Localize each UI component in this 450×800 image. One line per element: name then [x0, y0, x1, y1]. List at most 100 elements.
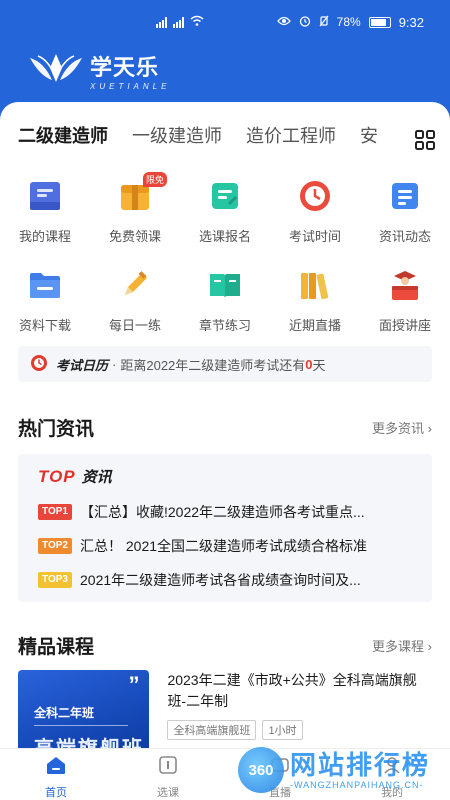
shortcut-label: 每日一练: [108, 318, 161, 333]
shortcut-label: 考试时间: [288, 229, 341, 244]
tabbar-label: 首页: [45, 787, 67, 799]
clock-time: 9:32: [398, 14, 424, 30]
course-tag: 全科高端旗舰班: [167, 720, 257, 740]
logo-name: 学天乐: [90, 55, 160, 80]
main-panel: 二级建造师 一级建造师 造价工程师 安 我的课程 限免 免费领课 选课报名 考试…: [0, 102, 450, 800]
rank-badge: TOP1: [38, 504, 72, 520]
calendar-suffix: 天: [312, 357, 326, 373]
shortcut-live[interactable]: 近期直播: [270, 267, 360, 334]
chevron-right-icon: ›: [427, 421, 432, 436]
courses-header: 精品课程 更多课程 ›: [18, 632, 432, 659]
alarm-icon: [299, 15, 311, 30]
shortcut-label: 面授讲座: [378, 318, 431, 333]
shortcut-free-course[interactable]: 限免 免费领课: [90, 172, 180, 245]
thumb-tag: 全科二年班: [34, 706, 95, 720]
course-tag: 1小时: [262, 720, 303, 740]
shortcut-lecture[interactable]: 面授讲座: [360, 267, 450, 334]
logo-subtitle: XUETIANLE: [90, 82, 171, 91]
shortcut-label: 近期直播: [288, 318, 341, 333]
shortcut-news[interactable]: 资讯动态: [360, 178, 450, 245]
more-courses-link[interactable]: 更多课程 ›: [372, 636, 432, 655]
calendar-text: 距离2022年二级建造师考试还有: [120, 357, 306, 373]
calendar-title: 考试日历: [56, 357, 109, 373]
tabbar-select-course[interactable]: 选课: [112, 749, 224, 800]
thumb-divider: [34, 725, 128, 726]
news-item[interactable]: TOP3 2021年二级建造师考试各省成绩查询时间及...: [38, 563, 418, 597]
watermark: 360 网站排行榜 -WANGZHANPAIHANG.CN-: [238, 740, 450, 800]
course-book-icon: [27, 178, 63, 214]
shortcut-chapter-practice[interactable]: 章节练习: [180, 267, 270, 334]
rank-badge: TOP2: [38, 538, 72, 554]
news-list-icon: [387, 178, 423, 214]
course-title: 2023年二建《市政+公共》全科高端旗舰班-二年制: [167, 672, 417, 709]
news-title: 2021年二级建造师考试各省成绩查询时间及...: [80, 572, 361, 588]
gift-box-icon: 限免: [117, 172, 167, 214]
top-news-brand: TOP 资讯: [38, 466, 418, 487]
signup-form-icon: [207, 178, 243, 214]
calendar-days: 0: [305, 356, 313, 372]
tab-yiji[interactable]: 一级建造师: [132, 120, 222, 152]
course-tags: 全科高端旗舰班 1小时: [167, 720, 432, 740]
open-book-icon: [207, 267, 243, 303]
shortcut-signup[interactable]: 选课报名: [180, 178, 270, 245]
courses-title: 精品课程: [18, 637, 95, 658]
pencil-icon: [117, 267, 153, 303]
books-icon: [297, 267, 333, 303]
status-left: [156, 15, 204, 29]
shortcut-label: 资讯动态: [378, 229, 431, 244]
more-news-link[interactable]: 更多资讯 ›: [372, 418, 432, 437]
zixun-brand-text: 资讯: [81, 469, 112, 486]
watermark-url: -WANGZHANPAIHANG.CN-: [290, 780, 424, 790]
watermark-text: 网站排行榜: [290, 750, 431, 780]
shortcut-label: 免费领课: [108, 229, 161, 244]
app-header: 78% 9:32 学天乐 XUETIANLE: [0, 0, 450, 110]
tabbar-label: 选课: [157, 787, 179, 799]
calendar-clock-icon: [30, 354, 48, 375]
signal-icon: [173, 16, 184, 28]
watermark-logo: 360: [238, 747, 284, 793]
battery-percent: 78%: [336, 15, 361, 29]
tab-erji[interactable]: 二级建造师: [18, 120, 108, 152]
shortcut-grid: 我的课程 限免 免费领课 选课报名 考试时间 资讯动态 资料下载 每日一练 章节…: [0, 172, 450, 334]
chevron-right-icon: ›: [427, 639, 432, 654]
select-course-icon: [158, 755, 178, 780]
course-thumbnail: ” 全科二年班 高端旗舰班: [18, 670, 150, 760]
news-item[interactable]: TOP1 【汇总】收藏!2022年二级建造师各考试重点...: [38, 495, 418, 529]
shortcut-label: 资料下载: [18, 318, 71, 333]
free-badge: 限免: [142, 172, 167, 187]
news-item[interactable]: TOP2 汇总！ 2021全国二级建造师考试成绩合格标准: [38, 529, 418, 563]
status-right: 78% 9:32: [276, 14, 424, 30]
news-title: 【汇总】收藏!2022年二级建造师各考试重点...: [80, 504, 365, 520]
status-bar: 78% 9:32: [0, 0, 450, 44]
tab-zaojia[interactable]: 造价工程师: [246, 120, 336, 152]
hot-news-card: TOP 资讯 TOP1 【汇总】收藏!2022年二级建造师各考试重点... TO…: [18, 454, 432, 602]
exam-calendar-banner[interactable]: 考试日历 · 距离2022年二级建造师考试还有 0 天: [18, 346, 432, 382]
shortcut-daily-practice[interactable]: 每日一练: [90, 267, 180, 334]
quote-mark-icon: ”: [128, 672, 140, 697]
news-title: 汇总！ 2021全国二级建造师考试成绩合格标准: [80, 538, 368, 554]
app-logo: 学天乐 XUETIANLE: [28, 50, 170, 91]
shortcut-label: 选课报名: [198, 229, 251, 244]
wifi-icon: [190, 15, 204, 29]
tabbar-home[interactable]: 首页: [0, 749, 112, 800]
tab-an[interactable]: 安: [360, 120, 378, 152]
grid-icon: [414, 129, 436, 151]
shortcut-label: 章节练习: [198, 318, 251, 333]
calendar-dot: ·: [112, 356, 117, 372]
shortcut-label: 我的课程: [18, 229, 71, 244]
hot-news-header: 热门资讯 更多资讯 ›: [18, 414, 432, 441]
signal-icon: [156, 16, 167, 28]
category-tabs: 二级建造师 一级建造师 造价工程师 安: [0, 116, 450, 156]
hot-news-title: 热门资讯: [18, 419, 95, 440]
silent-icon: [319, 15, 329, 30]
home-icon: [45, 755, 67, 780]
eye-icon: [276, 15, 291, 29]
battery-icon: [368, 16, 391, 28]
shortcut-download[interactable]: 资料下载: [0, 267, 90, 334]
all-categories-button[interactable]: [400, 122, 450, 156]
rank-badge: TOP3: [38, 572, 72, 588]
top-brand-text: TOP: [38, 466, 76, 486]
shortcut-my-courses[interactable]: 我的课程: [0, 178, 90, 245]
clock-icon: [297, 178, 333, 214]
shortcut-exam-time[interactable]: 考试时间: [270, 178, 360, 245]
